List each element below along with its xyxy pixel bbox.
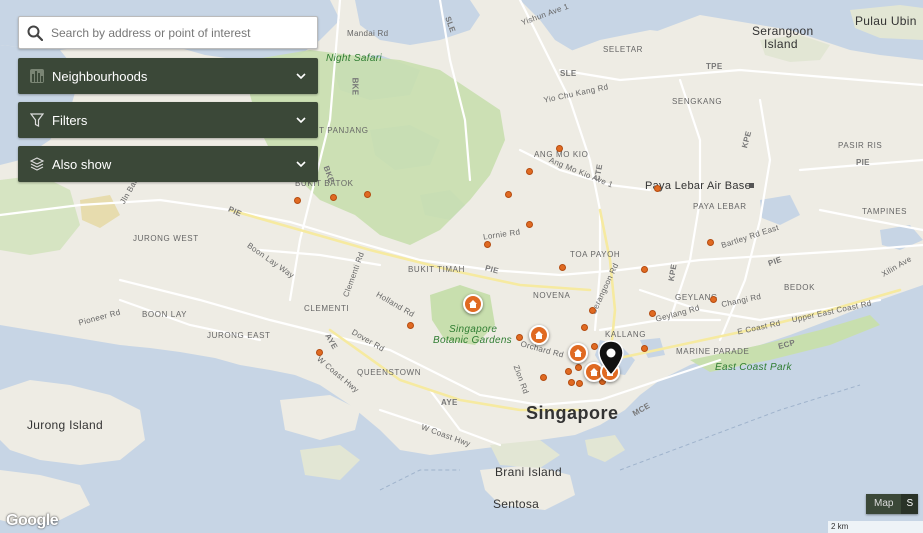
home-icon xyxy=(469,300,477,308)
home-icon xyxy=(574,349,582,357)
map-label: Jurong Island xyxy=(27,418,103,432)
poi-marker[interactable] xyxy=(364,191,371,198)
neighbourhoods-dropdown[interactable]: Neighbourhoods xyxy=(18,58,318,94)
poi-marker[interactable] xyxy=(294,197,301,204)
map-label: Botanic Gardens xyxy=(433,335,512,346)
map-label: East Coast Park xyxy=(715,362,792,373)
poi-marker[interactable] xyxy=(556,145,563,152)
poi-marker[interactable] xyxy=(576,380,583,387)
map-label: TPE xyxy=(706,62,723,71)
map-label: QUEENSTOWN xyxy=(357,368,422,377)
poi-marker[interactable] xyxy=(568,379,575,386)
map-label: TAMPINES xyxy=(862,207,908,216)
map-label: MARINE PARADE xyxy=(676,347,750,356)
map-label: NOVENA xyxy=(533,291,571,300)
map-label: BOON LAY xyxy=(142,310,188,319)
poi-marker[interactable] xyxy=(654,185,661,192)
map-label: JURONG WEST xyxy=(133,234,199,243)
poi-marker[interactable] xyxy=(407,322,414,329)
poi-marker[interactable] xyxy=(505,191,512,198)
airport-icon xyxy=(749,183,754,188)
poi-marker[interactable] xyxy=(581,324,588,331)
map-label: SELETAR xyxy=(603,45,644,54)
map-type-toggle: Map S xyxy=(866,494,919,514)
funnel-icon xyxy=(28,111,46,129)
map-type-satellite-button[interactable]: S xyxy=(901,494,919,514)
dropdown-label: Filters xyxy=(52,112,88,128)
chevron-down-icon xyxy=(296,73,306,80)
poi-marker[interactable] xyxy=(316,349,323,356)
poi-marker[interactable] xyxy=(575,364,582,371)
map-label: Pulau Ubin xyxy=(855,14,917,28)
poi-marker[interactable] xyxy=(591,343,598,350)
map-label: Singapore xyxy=(526,403,619,423)
poi-marker[interactable] xyxy=(540,374,547,381)
location-pin-icon[interactable] xyxy=(598,340,624,376)
search-icon xyxy=(27,25,43,41)
map-label: BKE xyxy=(350,77,360,96)
buildings-icon xyxy=(28,67,46,85)
map-label: BUKIT TIMAH xyxy=(408,265,465,274)
poi-marker[interactable] xyxy=(707,239,714,246)
map-label: CLEMENTI xyxy=(304,304,350,313)
dropdown-label: Also show xyxy=(52,156,112,172)
poi-marker[interactable] xyxy=(565,368,572,375)
poi-marker[interactable] xyxy=(641,345,648,352)
map-label: JURONG EAST xyxy=(207,331,271,340)
map-label: AYE xyxy=(441,398,458,407)
map-label: SLE xyxy=(560,69,577,78)
map-label: Paya Lebar Air Base xyxy=(645,180,751,192)
map-scale: 2 km xyxy=(828,521,923,533)
map-label: Island xyxy=(764,37,798,51)
poi-marker[interactable] xyxy=(516,334,523,341)
poi-marker[interactable] xyxy=(649,310,656,317)
map-label: Night Safari xyxy=(326,53,382,64)
map-label: SENGKANG xyxy=(672,97,723,106)
poi-marker[interactable] xyxy=(484,241,491,248)
poi-marker[interactable] xyxy=(330,194,337,201)
also-show-dropdown[interactable]: Also show xyxy=(18,146,318,182)
poi-marker[interactable] xyxy=(559,264,566,271)
map-label: PAYA LEBAR xyxy=(693,202,747,211)
dropdown-label: Neighbourhoods xyxy=(52,68,148,84)
map-label: Serangoon xyxy=(752,24,814,38)
poi-cluster-marker[interactable] xyxy=(463,294,483,314)
search-box[interactable] xyxy=(18,16,318,49)
map-label: PIE xyxy=(856,158,870,167)
map-type-map-button[interactable]: Map xyxy=(866,494,902,514)
poi-cluster-marker[interactable] xyxy=(568,343,588,363)
poi-marker[interactable] xyxy=(526,221,533,228)
map-label: Singapore xyxy=(449,324,498,335)
map-label: PASIR RIS xyxy=(838,141,883,150)
google-logo[interactable]: Google xyxy=(6,512,59,530)
map-label: TOA PAYOH xyxy=(570,250,621,259)
map-label: Sentosa xyxy=(493,497,540,511)
search-input[interactable] xyxy=(49,24,313,41)
poi-marker[interactable] xyxy=(641,266,648,273)
map-label: Brani Island xyxy=(495,465,562,479)
layers-icon xyxy=(28,155,46,173)
poi-marker[interactable] xyxy=(526,168,533,175)
map-label: KALLANG xyxy=(605,330,647,339)
map-label: Mandai Rd xyxy=(347,29,389,38)
chevron-down-icon xyxy=(296,161,306,168)
map-canvas[interactable]: Mandai Rd Night Safari Yishun Ave 1 SELE… xyxy=(0,0,923,533)
poi-cluster-marker[interactable] xyxy=(529,325,549,345)
chevron-down-icon xyxy=(296,117,306,124)
map-label: BEDOK xyxy=(784,283,816,292)
scale-label: 2 km xyxy=(831,522,849,531)
home-icon xyxy=(535,331,543,339)
filters-dropdown[interactable]: Filters xyxy=(18,102,318,138)
poi-marker[interactable] xyxy=(710,296,717,303)
poi-marker[interactable] xyxy=(589,307,596,314)
